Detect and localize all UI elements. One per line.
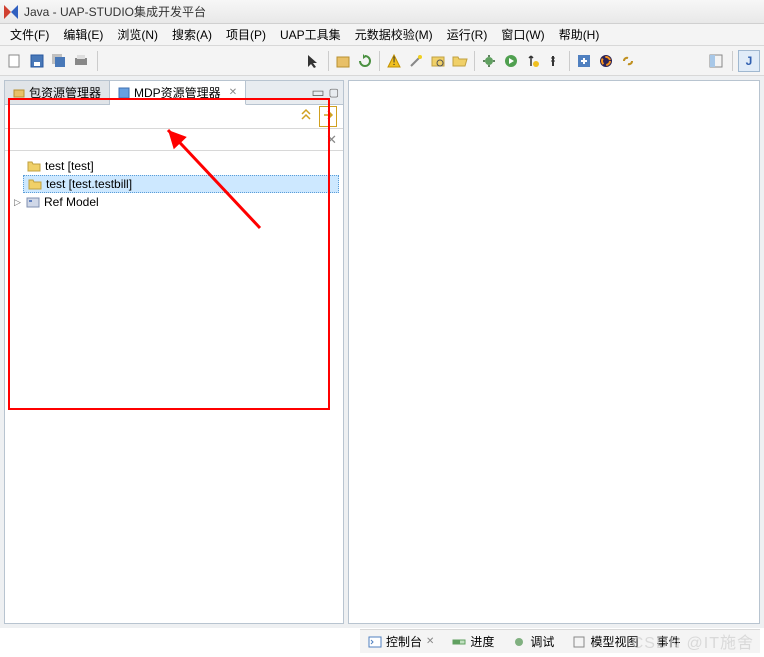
tab-label: 包资源管理器 [29, 84, 101, 101]
separator [97, 51, 98, 71]
watermark: CSDN @IT施舍 [632, 629, 754, 653]
tree-label: test [test] [45, 159, 94, 173]
menu-uap-tools[interactable]: UAP工具集 [274, 24, 347, 45]
tab-progress[interactable]: 进度 [448, 631, 498, 652]
debug-icon [512, 635, 526, 649]
warning-icon[interactable]: ! [383, 50, 405, 72]
folder-open-icon[interactable] [449, 50, 471, 72]
package-icon[interactable] [332, 50, 354, 72]
folder-icon [27, 160, 41, 172]
menu-metadata[interactable]: 元数据校验(M) [349, 24, 439, 45]
view-toolbar [5, 105, 343, 129]
search-file-icon[interactable] [427, 50, 449, 72]
titlebar: Java - UAP-STUDIO集成开发平台 [0, 0, 764, 24]
view-tabs: 包资源管理器 MDP资源管理器 ✕ ▭ ▢ [5, 81, 343, 105]
tab-mdp-explorer[interactable]: MDP资源管理器 ✕ [110, 81, 246, 105]
run-icon[interactable] [500, 50, 522, 72]
tree-label: Ref Model [44, 195, 99, 209]
refresh-icon[interactable] [354, 50, 376, 72]
collapse-all-icon[interactable] [299, 108, 313, 125]
package-icon [13, 87, 25, 99]
menubar: 文件(F) 编辑(E) 浏览(N) 搜索(A) 项目(P) UAP工具集 元数据… [0, 24, 764, 46]
debug-icon[interactable] [478, 50, 500, 72]
menu-help[interactable]: 帮助(H) [553, 24, 606, 45]
maximize-icon[interactable]: ▢ [329, 86, 339, 99]
separator [732, 51, 733, 71]
left-pane: 包资源管理器 MDP资源管理器 ✕ ▭ ▢ ✕ test [test] [4, 80, 344, 624]
svg-text:!: ! [392, 54, 395, 68]
window-title: Java - UAP-STUDIO集成开发平台 [24, 3, 206, 20]
tab-package-explorer[interactable]: 包资源管理器 [5, 81, 110, 104]
menu-browse[interactable]: 浏览(N) [111, 24, 164, 45]
console-icon [368, 635, 382, 649]
modelview-icon [572, 635, 586, 649]
select-tool-icon[interactable] [303, 50, 325, 72]
save-button[interactable] [26, 50, 48, 72]
tree-label: test [test.testbill] [46, 177, 132, 191]
new-button[interactable] [4, 50, 26, 72]
tree-item-refmodel[interactable]: ▷ Ref Model [9, 193, 339, 211]
tab-label: 控制台 [386, 633, 422, 650]
toolbar: ! J [0, 46, 764, 76]
print-button[interactable] [70, 50, 92, 72]
external-tool-icon[interactable] [573, 50, 595, 72]
folder-icon [28, 178, 42, 190]
tab-label: MDP资源管理器 [134, 84, 221, 101]
svg-text:J: J [746, 54, 753, 68]
view-toolbar-2: ✕ [5, 129, 343, 151]
minimize-icon[interactable]: ▭ [311, 84, 324, 101]
save-all-button[interactable] [48, 50, 70, 72]
separator [379, 51, 380, 71]
menu-project[interactable]: 项目(P) [220, 24, 272, 45]
wand-icon[interactable] [405, 50, 427, 72]
menu-run[interactable]: 运行(R) [441, 24, 494, 45]
tab-label: 进度 [470, 633, 494, 650]
tab-debug[interactable]: 调试 [508, 631, 558, 652]
model-icon [26, 196, 40, 208]
link-editor-icon[interactable] [319, 106, 337, 127]
java-perspective-icon[interactable]: J [738, 50, 760, 72]
menu-search[interactable]: 搜索(A) [166, 24, 218, 45]
run-last-icon[interactable] [522, 50, 544, 72]
close-icon[interactable]: ✕ [229, 87, 237, 98]
tab-label: 调试 [530, 633, 554, 650]
menu-window[interactable]: 窗口(W) [495, 24, 550, 45]
app-logo-icon [4, 5, 18, 19]
menu-file[interactable]: 文件(F) [4, 24, 55, 45]
tree-view: test [test] test [test.testbill] ▷ Ref M… [5, 151, 343, 623]
separator [569, 51, 570, 71]
eclipse-icon[interactable] [595, 50, 617, 72]
progress-icon [452, 635, 466, 649]
link-icon[interactable] [617, 50, 639, 72]
expand-icon[interactable]: ▷ [13, 198, 22, 207]
perspective-open-icon[interactable] [705, 50, 727, 72]
separator [328, 51, 329, 71]
separator [474, 51, 475, 71]
tab-console[interactable]: 控制台 ✕ [364, 631, 438, 652]
editor-area [348, 80, 760, 624]
workspace: 包资源管理器 MDP资源管理器 ✕ ▭ ▢ ✕ test [test] [0, 76, 764, 628]
menu-edit[interactable]: 编辑(E) [57, 24, 109, 45]
tree-item-test[interactable]: test [test] [23, 157, 339, 175]
delete-icon[interactable]: ✕ [326, 132, 337, 148]
mdp-icon [118, 87, 130, 99]
tree-item-testbill[interactable]: test [test.testbill] [23, 175, 339, 193]
close-icon[interactable]: ✕ [426, 636, 434, 647]
run-config-icon[interactable] [544, 50, 566, 72]
